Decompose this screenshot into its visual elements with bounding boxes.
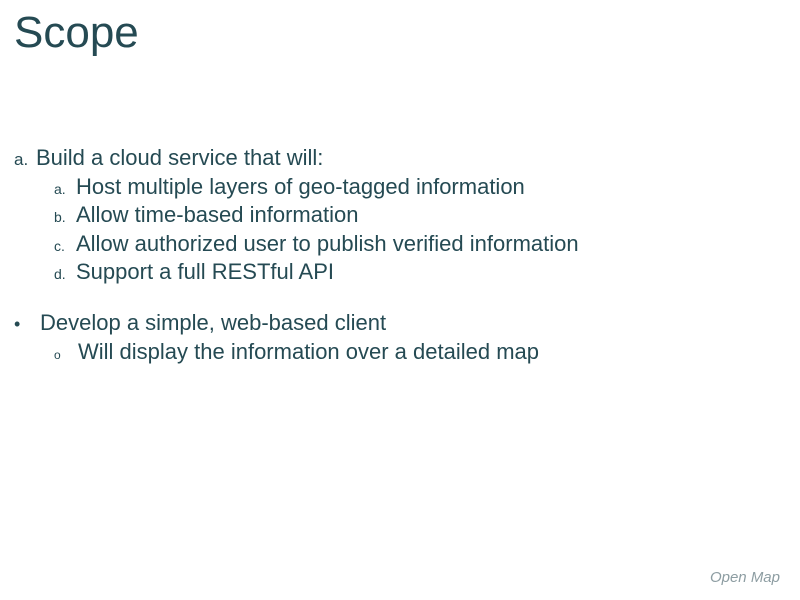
sublist: o Will display the information over a de… xyxy=(54,338,780,367)
list-text: Allow time-based information xyxy=(76,201,358,230)
list-marker: o xyxy=(54,348,70,364)
list-marker: a. xyxy=(14,149,30,171)
list-marker: b. xyxy=(54,208,70,226)
list-text: Will display the information over a deta… xyxy=(78,338,539,367)
list-item: b. Allow time-based information xyxy=(54,201,780,230)
slide: Scope a. Build a cloud service that will… xyxy=(0,0,800,600)
content-block: a. Build a cloud service that will: a. H… xyxy=(14,144,780,388)
page-title: Scope xyxy=(14,8,139,58)
list-item: o Will display the information over a de… xyxy=(54,338,780,367)
list-item: a. Build a cloud service that will: a. H… xyxy=(14,144,780,287)
list-marker: • xyxy=(14,313,30,336)
list-item: a. Host multiple layers of geo-tagged in… xyxy=(54,173,780,202)
footer-label: Open Map xyxy=(710,569,780,586)
list-text: Develop a simple, web-based client xyxy=(40,309,386,338)
list-text: Allow authorized user to publish verifie… xyxy=(76,230,579,259)
list-marker: d. xyxy=(54,265,70,283)
sublist: a. Host multiple layers of geo-tagged in… xyxy=(54,173,780,287)
list-item: d. Support a full RESTful API xyxy=(54,258,780,287)
list-item: c. Allow authorized user to publish veri… xyxy=(54,230,780,259)
list-text: Build a cloud service that will: xyxy=(36,144,323,173)
list-text: Support a full RESTful API xyxy=(76,258,334,287)
list-item: • Develop a simple, web-based client o W… xyxy=(14,309,780,366)
list-text: Host multiple layers of geo-tagged infor… xyxy=(76,173,525,202)
list-marker: c. xyxy=(54,237,70,255)
list-marker: a. xyxy=(54,180,70,198)
